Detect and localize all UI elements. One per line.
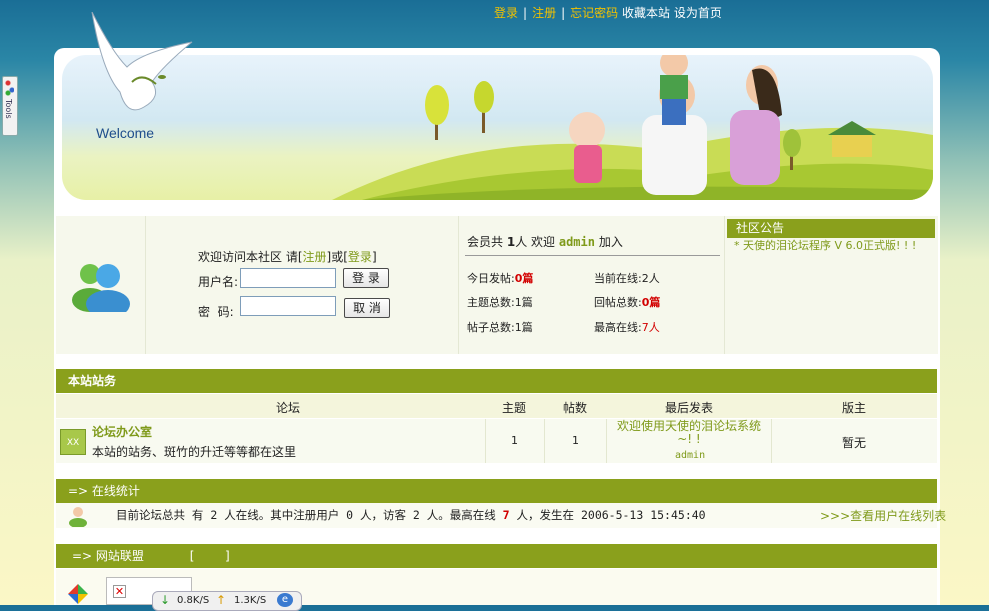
- online-stats-text-part: 目前论坛总共 有 2 人在线。其中注册用户 0 人，访客 2 人。最高在线: [116, 508, 496, 522]
- login-link[interactable]: 登录: [494, 6, 518, 20]
- posts-label: 帖子总数:: [467, 321, 515, 334]
- members-line: 会员共 1人 欢迎 admin 加入: [467, 233, 623, 250]
- online-max-value: 7: [502, 508, 510, 522]
- forum-topic-count: 1: [511, 434, 518, 447]
- forum-name-link[interactable]: 论坛办公室: [92, 423, 152, 440]
- forgot-password-link[interactable]: 忘记密码: [570, 6, 618, 20]
- forum-description: 本站的站务、斑竹的升迁等等都在这里: [92, 445, 297, 459]
- today-label: 今日发帖:: [467, 272, 515, 285]
- max-online: 最高在线:7人: [594, 319, 660, 335]
- register-link-inline[interactable]: 注册: [303, 250, 327, 264]
- tools-icon: [5, 80, 14, 96]
- tools-label: Tools: [4, 99, 13, 119]
- alliance-header[interactable]: => 网站联盟 [ ]: [56, 544, 937, 568]
- login-button[interactable]: 登 录: [343, 268, 389, 288]
- col-forum: 论坛: [276, 401, 301, 415]
- divider: [485, 419, 486, 463]
- online-stats-date: 人，发生在 2006-5-13 15:45:40: [516, 508, 706, 522]
- homepage-link[interactable]: 设为首页: [674, 6, 722, 20]
- top-links: 登录 | 注册 | 忘记密码 收藏本站 设为首页: [494, 4, 722, 21]
- or-text: 或: [331, 250, 344, 264]
- login-link-inline[interactable]: 登录: [348, 250, 372, 264]
- users-icon: [72, 264, 130, 312]
- download-speed: 0.8K/S: [177, 595, 210, 606]
- members-suffix: 加入: [598, 235, 623, 249]
- username-label: 用户名:: [198, 275, 239, 289]
- last-post-user[interactable]: admin: [675, 450, 705, 461]
- separator: |: [523, 6, 528, 20]
- online-value: 2人: [641, 272, 660, 285]
- divider: [606, 419, 607, 463]
- tree-icon: [425, 85, 449, 140]
- replies-value: 0篇: [641, 296, 661, 309]
- online-stats-text: 目前论坛总共 有 2 人在线。其中注册用户 0 人，访客 2 人。最高在线 7 …: [116, 507, 706, 523]
- favorite-link[interactable]: 收藏本站: [622, 6, 670, 20]
- forum-moderator: 暂无: [842, 436, 867, 450]
- username-input[interactable]: [240, 268, 336, 288]
- divider: [771, 419, 772, 463]
- notice-title: 社区公告: [727, 219, 935, 238]
- online-label: 当前在线:: [594, 272, 642, 285]
- upload-speed: 1.3K/S: [234, 595, 267, 606]
- replies-label: 回帖总数:: [594, 296, 642, 309]
- col-last-post: 最后发表: [665, 401, 714, 415]
- stats-panel: 会员共 1人 欢迎 admin 加入 今日发帖:0篇 当前在线:2人 主题总数:…: [459, 216, 725, 354]
- tools-tab[interactable]: Tools: [2, 76, 18, 136]
- alliance-title: => 网站联盟: [72, 549, 144, 563]
- cancel-button[interactable]: 取 消: [344, 298, 390, 318]
- forum-table-header: [56, 394, 937, 418]
- topic-total: 主题总数:1篇: [467, 294, 533, 310]
- family-figures: [569, 55, 782, 195]
- divider: [544, 419, 545, 463]
- alliance-brackets: [ ]: [189, 549, 230, 563]
- password-input[interactable]: [240, 296, 336, 316]
- password-label: 密 码:: [198, 305, 234, 319]
- today-value: 0篇: [514, 272, 534, 285]
- col-posts: 帖数: [563, 401, 588, 415]
- divider: [465, 255, 720, 256]
- col-topics: 主题: [502, 401, 527, 415]
- posts-value: 1篇: [514, 321, 533, 334]
- tree-icon: [474, 81, 494, 133]
- members-count: 1: [506, 235, 516, 249]
- online-now: 当前在线:2人: [594, 270, 660, 286]
- broken-image-icon: ✕: [113, 585, 126, 598]
- login-form: 欢迎访问本社区 请[注册]或[登录] 用户名: 登 录 密 码: 取 消: [146, 216, 459, 354]
- reply-total: 回帖总数:0篇: [594, 294, 660, 310]
- welcome-text: Welcome: [96, 125, 155, 141]
- forum-post-count: 1: [572, 434, 579, 447]
- col-moderator: 版主: [842, 401, 867, 415]
- greeting-text: 欢迎访问本社区 请: [198, 250, 298, 264]
- members-prefix: 会员共: [467, 235, 504, 249]
- forum-section-header[interactable]: 本站站务: [56, 369, 937, 393]
- newest-member-link[interactable]: admin: [559, 235, 595, 249]
- user-icon: [69, 507, 87, 527]
- max-value: 7人: [641, 321, 660, 334]
- users-cell: [56, 216, 146, 354]
- post-total: 帖子总数:1篇: [467, 319, 533, 335]
- bracket: ]: [371, 250, 377, 264]
- partner-logo-icon[interactable]: [64, 580, 92, 605]
- forum-icon: XX: [60, 429, 86, 455]
- last-post-link[interactable]: 欢迎使用天使的泪论坛系统~! !: [611, 420, 767, 446]
- online-stats-header[interactable]: => 在线统计: [56, 479, 937, 503]
- topics-label: 主题总数:: [467, 296, 515, 309]
- dove-logo: [91, 12, 193, 111]
- members-mid: 人 欢迎: [515, 235, 556, 249]
- today-posts: 今日发帖:0篇: [467, 270, 533, 286]
- register-link[interactable]: 注册: [532, 6, 556, 20]
- notice-marquee[interactable]: * 天使的泪论坛程序 V 6.0正式版! ! !: [734, 239, 924, 267]
- net-meter: ↓ 0.8K/S ↑ 1.3K/S e: [152, 591, 302, 611]
- max-label: 最高在线:: [594, 321, 642, 334]
- separator: |: [561, 6, 566, 20]
- online-list-link[interactable]: >>>查看用户在线列表: [820, 507, 946, 524]
- topics-value: 1篇: [514, 296, 533, 309]
